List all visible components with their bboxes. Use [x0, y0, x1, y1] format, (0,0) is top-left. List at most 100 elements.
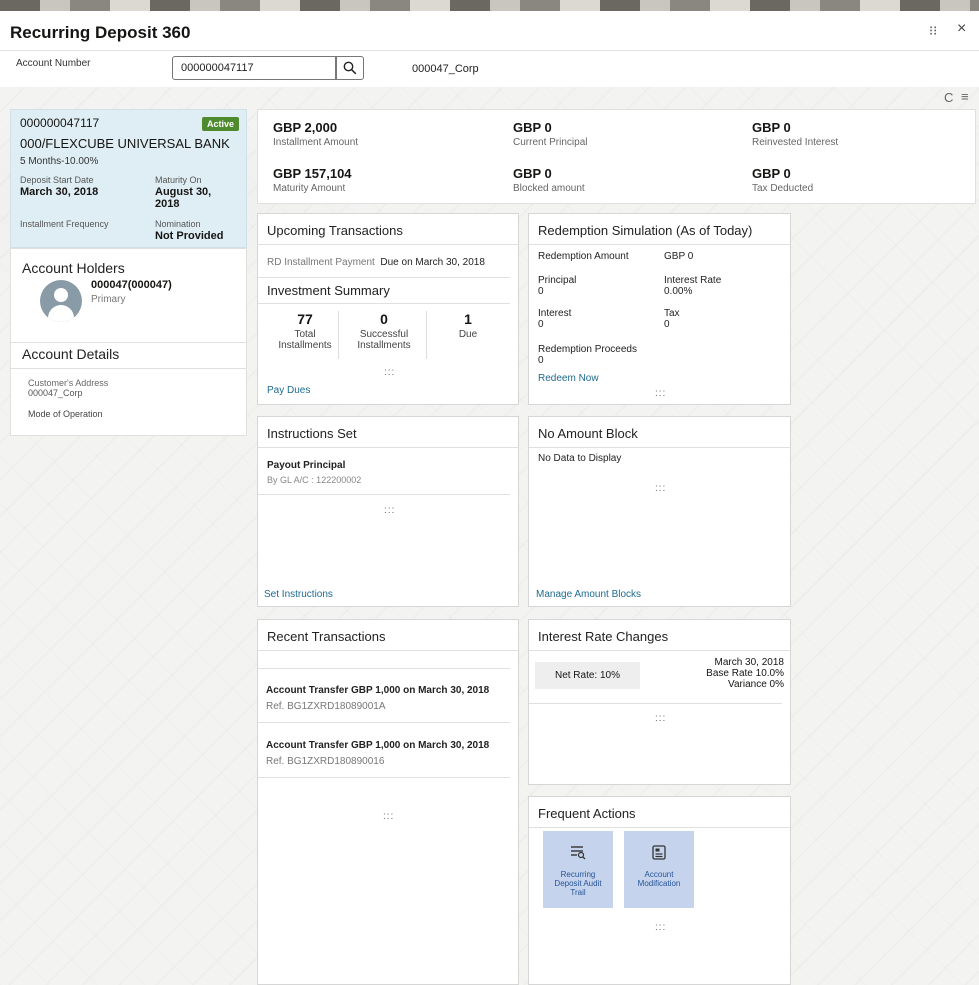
successful-installments: 0 Successful Installments [342, 311, 427, 359]
widget-title: Redemption Simulation (As of Today) [529, 214, 790, 245]
close-icon[interactable]: × [957, 21, 966, 37]
account-holders-panel: Account Holders 000047(000047) Primary A… [10, 248, 247, 436]
summary-maturity-amount: GBP 157,104 Maturity Amount [273, 166, 352, 194]
due-count: 1 [464, 311, 472, 327]
principal-value: 0 [538, 286, 544, 297]
more-icon[interactable]: ::: [655, 388, 666, 399]
nomination-value: Not Provided [155, 230, 224, 242]
maturity-value: August 30, 2018 [155, 186, 212, 210]
principal-label: Principal [538, 275, 577, 286]
widget-title: Upcoming Transactions [258, 214, 518, 245]
summary-value: GBP 2,000 [273, 120, 338, 135]
customer-name: 000047_Corp [412, 63, 479, 75]
account-details-title: Account Details [22, 346, 120, 362]
widget-title: Frequent Actions [529, 797, 790, 828]
upcoming-transactions-widget: Upcoming Transactions RD Installment Pay… [257, 213, 519, 405]
holder-role: Primary [91, 294, 126, 305]
more-icon[interactable]: ::: [655, 922, 666, 933]
account-number-input[interactable] [172, 56, 336, 80]
transaction-text[interactable]: Account Transfer GBP 1,000 on March 30, … [266, 685, 489, 696]
successful-label: Installments [357, 340, 411, 351]
amount-block-widget: No Amount Block No Data to Display ::: M… [528, 416, 791, 607]
search-icon [343, 61, 357, 75]
address-label: Customer's Address [28, 378, 109, 388]
search-button[interactable] [336, 56, 364, 80]
due-label: Due [458, 329, 478, 340]
interest-rate-label: Interest Rate [664, 275, 722, 286]
action-label: Account [644, 870, 674, 879]
summary-panel: GBP 2,000 Installment Amount GBP 0 Curre… [257, 109, 976, 204]
interest-rate-changes-widget: Interest Rate Changes Net Rate: 10% Marc… [528, 619, 791, 785]
maturity-label: Maturity On [155, 175, 202, 185]
more-icon[interactable]: ::: [384, 367, 395, 378]
widget-title: Recent Transactions [258, 620, 518, 651]
total-installments-count: 77 [297, 311, 313, 327]
summary-label: Blocked amount [513, 183, 585, 194]
audit-trail-action[interactable]: Recurring Deposit Audit Trail [543, 831, 613, 908]
title-bar: Recurring Deposit 360 ⁝⁝ × [0, 11, 979, 51]
start-date-label: Deposit Start Date [20, 175, 94, 185]
summary-reinvested-interest: GBP 0 Reinvested Interest [752, 120, 838, 148]
bank-name: 000/FLEXCUBE UNIVERSAL BANK [20, 136, 230, 151]
interest-rate-value: 0.00% [664, 286, 693, 297]
interest-value: 0 [538, 319, 544, 330]
summary-label: Reinvested Interest [752, 137, 839, 148]
widget-title: Interest Rate Changes [529, 620, 790, 651]
successful-label: Successful [359, 329, 409, 340]
redemption-amount-label: Redemption Amount [538, 251, 629, 262]
upcoming-item: RD Installment Payment Due on March 30, … [267, 257, 485, 268]
set-instructions-link[interactable]: Set Instructions [264, 589, 333, 600]
page-title: Recurring Deposit 360 [10, 23, 191, 42]
summary-label: Tax Deducted [752, 183, 814, 194]
account-card: 000000047117 Active 000/FLEXCUBE UNIVERS… [10, 109, 247, 248]
status-badge: Active [201, 117, 239, 131]
summary-label: Current Principal [513, 137, 588, 148]
summary-value: GBP 0 [752, 120, 791, 135]
net-rate: Net Rate: 10% [535, 662, 640, 689]
decorative-banner [0, 0, 979, 11]
instructions-set-widget: Instructions Set Payout Principal By GL … [257, 416, 519, 607]
summary-label: Installment Amount [273, 137, 359, 148]
tax-label: Tax [664, 308, 680, 319]
account-number-label: Account Number [16, 58, 91, 69]
account-modification-action[interactable]: Account Modification [624, 831, 694, 908]
more-icon[interactable]: ::: [655, 483, 666, 494]
more-icon[interactable]: ::: [655, 713, 666, 724]
summary-tax-deducted: GBP 0 Tax Deducted [752, 166, 813, 194]
total-label: Installments [278, 340, 332, 351]
empty-message: No Data to Display [538, 453, 622, 464]
maximize-icon[interactable]: ⁝⁝ [929, 24, 937, 38]
action-label: Trail [570, 888, 586, 897]
manage-amount-blocks-link[interactable]: Manage Amount Blocks [536, 589, 641, 600]
summary-installment-amount: GBP 2,000 Installment Amount [273, 120, 358, 148]
more-icon[interactable]: ::: [383, 811, 394, 822]
summary-label: Maturity Amount [273, 183, 346, 194]
more-icon[interactable]: ::: [384, 505, 395, 516]
nomination-label: Nomination [155, 219, 201, 229]
interest-label: Interest [538, 308, 572, 319]
redeem-now-link[interactable]: Redeem Now [538, 373, 599, 384]
account-search-bar: Account Number 000047_Corp [0, 51, 979, 87]
pay-dues-link[interactable]: Pay Dues [267, 385, 310, 396]
avatar [40, 280, 82, 322]
account-modification-icon [624, 845, 694, 864]
redemption-amount-value: GBP 0 [664, 251, 694, 262]
mode-of-operation-label: Mode of Operation [28, 409, 103, 419]
variance: Variance 0% [728, 679, 784, 690]
action-label: Deposit Audit [554, 879, 602, 888]
recent-transactions-widget: Recent Transactions Account Transfer GBP… [257, 619, 519, 985]
menu-icon[interactable]: ≡ [961, 89, 969, 104]
rate-date: March 30, 2018 [714, 657, 785, 668]
rate-detail: March 30, 2018 Base Rate 10.0% Variance … [706, 657, 784, 690]
summary-value: GBP 0 [513, 166, 552, 181]
holder-name[interactable]: 000047(000047) [91, 279, 172, 291]
summary-value: GBP 0 [513, 120, 552, 135]
refresh-icon[interactable]: C [944, 90, 953, 105]
upcoming-item-name: RD Installment Payment [267, 257, 375, 268]
due-installments: 1 Due [432, 311, 504, 340]
investment-summary-title: Investment Summary [267, 283, 390, 298]
transaction-ref: Ref. BG1ZXRD180890016 [266, 756, 385, 767]
base-rate: Base Rate 10.0% [706, 668, 784, 679]
transaction-text[interactable]: Account Transfer GBP 1,000 on March 30, … [266, 740, 489, 751]
upcoming-due-date: Due on March 30, 2018 [380, 257, 485, 268]
